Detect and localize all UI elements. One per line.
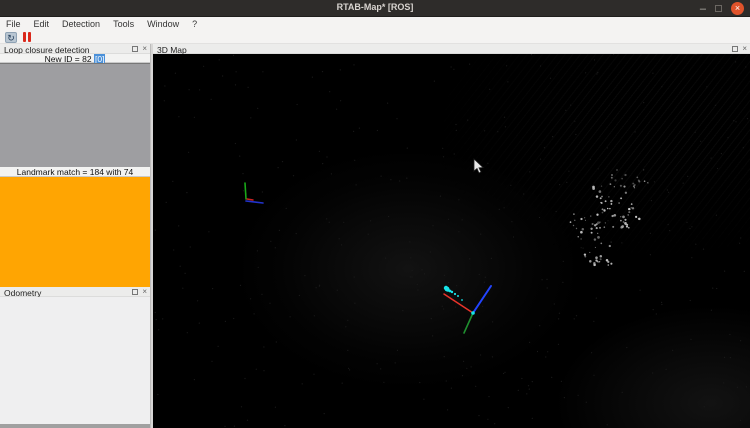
refresh-icon[interactable]: ↻ [5, 31, 17, 43]
pointcloud-scene [154, 54, 749, 427]
window-titlebar[interactable]: RTAB-Map* [ROS] – × [0, 0, 750, 17]
panel-header-3d-map: 3D Map × [153, 44, 750, 55]
close-panel-icon[interactable]: × [742, 45, 747, 53]
menu-item-edit[interactable]: Edit [34, 19, 50, 29]
landmark-match-view [0, 177, 150, 287]
new-id-label: New ID = 82 [0] [0, 54, 150, 64]
pause-icon[interactable] [23, 32, 31, 42]
menu-item-help[interactable]: ? [192, 19, 197, 29]
3d-map-viewport[interactable] [153, 54, 750, 428]
panel-header-odometry: Odometry × [0, 287, 150, 298]
tool-bar: ↻ [0, 31, 750, 44]
odometry-view [0, 297, 150, 424]
minimize-button[interactable]: – [700, 3, 706, 14]
menu-item-detection[interactable]: Detection [62, 19, 100, 29]
close-panel-icon[interactable]: × [142, 45, 147, 53]
maximize-button[interactable] [715, 5, 722, 12]
menu-item-tools[interactable]: Tools [113, 19, 134, 29]
window-border [0, 424, 153, 428]
menu-item-file[interactable]: File [6, 19, 21, 29]
close-button[interactable]: × [731, 2, 744, 15]
float-panel-icon[interactable] [732, 46, 739, 52]
panel-header-loop-closure: Loop closure detection × [0, 44, 150, 55]
float-panel-icon[interactable] [132, 46, 139, 52]
float-panel-icon[interactable] [132, 289, 139, 295]
menu-bar: File Edit Detection Tools Window ? [0, 17, 750, 31]
app-window: RTAB-Map* [ROS] – × File Edit Detection … [0, 0, 750, 428]
landmark-match-label: Landmark match = 184 with 74 [0, 167, 150, 177]
menu-item-window[interactable]: Window [147, 19, 179, 29]
loop-closure-camera-view [0, 63, 150, 167]
window-title: RTAB-Map* [ROS] [336, 2, 414, 12]
close-panel-icon[interactable]: × [142, 288, 147, 296]
